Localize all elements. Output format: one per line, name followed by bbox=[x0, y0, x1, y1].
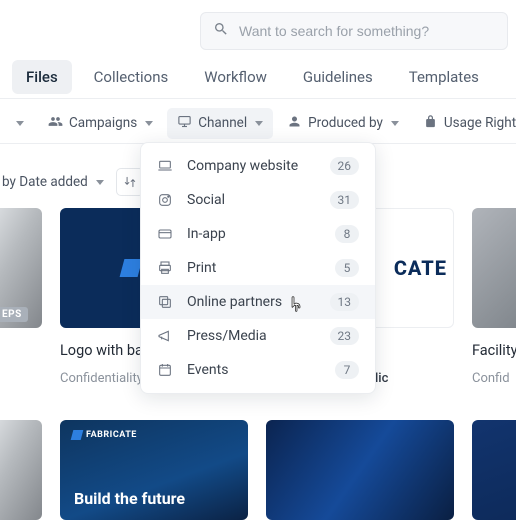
chevron-down-icon bbox=[391, 121, 399, 126]
asset-grid-row-2: FABRICATE Build the future bbox=[0, 420, 516, 520]
search-bar[interactable] bbox=[200, 12, 508, 50]
dropdown-item-online-partners[interactable]: Online partners 13 bbox=[141, 285, 375, 319]
asset-thumbnail: EPS bbox=[0, 208, 42, 328]
asset-card[interactable] bbox=[0, 420, 42, 520]
asset-card[interactable]: Facility Confid bbox=[472, 208, 516, 386]
filter-label: Channel bbox=[198, 115, 247, 131]
asset-thumbnail bbox=[266, 420, 454, 520]
channel-dropdown: Company website 26 Social 31 In-app 8 Pr… bbox=[140, 142, 376, 394]
user-icon bbox=[287, 114, 302, 133]
laptop-icon bbox=[157, 158, 173, 174]
monitor-icon bbox=[177, 114, 192, 133]
filter-bar: Campaigns Channel Produced by Usage Righ… bbox=[0, 104, 516, 142]
calendar-icon bbox=[157, 362, 173, 378]
format-badge: EPS bbox=[0, 307, 28, 322]
sort-icon bbox=[123, 175, 137, 189]
tab-workflow[interactable]: Workflow bbox=[190, 60, 281, 94]
filter-label: Campaigns bbox=[69, 115, 137, 131]
filter-label: Produced by bbox=[308, 115, 383, 131]
dropdown-item-press-media[interactable]: Press/Media 23 bbox=[141, 319, 375, 353]
dropdown-count: 31 bbox=[330, 191, 360, 209]
dropdown-count: 5 bbox=[335, 259, 359, 277]
search-icon bbox=[213, 21, 239, 41]
asset-thumbnail: FABRICATE Build the future bbox=[60, 420, 248, 520]
dropdown-label: Print bbox=[187, 260, 216, 276]
dropdown-item-company-website[interactable]: Company website 26 bbox=[141, 149, 375, 183]
sort-by-date[interactable]: by Date added bbox=[2, 174, 104, 190]
dropdown-label: Social bbox=[187, 192, 225, 208]
dropdown-item-print[interactable]: Print 5 bbox=[141, 251, 375, 285]
dropdown-count: 26 bbox=[330, 157, 360, 175]
dropdown-label: Events bbox=[187, 362, 228, 378]
dropdown-label: Press/Media bbox=[187, 328, 267, 344]
dropdown-item-social[interactable]: Social 31 bbox=[141, 183, 375, 217]
asset-card[interactable] bbox=[266, 420, 454, 520]
filter-unknown-left[interactable] bbox=[4, 115, 34, 132]
chevron-down-icon bbox=[96, 180, 104, 185]
sort-row: by Date added bbox=[0, 168, 144, 196]
dropdown-label: Company website bbox=[187, 158, 298, 174]
tab-guidelines[interactable]: Guidelines bbox=[289, 60, 387, 94]
lock-icon bbox=[423, 114, 438, 133]
tab-templates[interactable]: Templates bbox=[395, 60, 493, 94]
dropdown-label: In-app bbox=[187, 226, 226, 242]
asset-overlay-text: Build the future bbox=[74, 489, 185, 508]
main-tabs: Files Collections Workflow Guidelines Te… bbox=[12, 60, 493, 94]
tab-files[interactable]: Files bbox=[12, 60, 72, 94]
filter-channel[interactable]: Channel bbox=[167, 108, 273, 139]
tab-collections[interactable]: Collections bbox=[80, 60, 183, 94]
cursor-pointer-icon bbox=[288, 296, 306, 314]
search-input[interactable] bbox=[239, 23, 495, 39]
dropdown-count: 7 bbox=[335, 361, 359, 379]
dropdown-count: 13 bbox=[330, 293, 360, 311]
megaphone-icon bbox=[157, 328, 173, 344]
instagram-icon bbox=[157, 192, 173, 208]
dropdown-label: Online partners bbox=[187, 294, 282, 310]
filter-campaigns[interactable]: Campaigns bbox=[38, 108, 163, 139]
asset-title: Facility bbox=[472, 342, 516, 359]
brand-tag: FABRICATE bbox=[72, 430, 137, 440]
filter-usage-rights[interactable]: Usage Rights bbox=[413, 108, 516, 139]
dropdown-count: 8 bbox=[335, 225, 359, 243]
chevron-down-icon bbox=[145, 121, 153, 126]
asset-thumbnail bbox=[472, 208, 516, 328]
dropdown-count: 23 bbox=[330, 327, 360, 345]
filter-label: Usage Rights bbox=[444, 115, 516, 131]
asset-thumbnail bbox=[0, 420, 42, 520]
sort-label: by Date added bbox=[2, 174, 88, 190]
chevron-down-icon bbox=[255, 121, 263, 126]
copy-icon bbox=[157, 294, 173, 310]
chevron-down-icon bbox=[16, 121, 24, 126]
dropdown-item-in-app[interactable]: In-app 8 bbox=[141, 217, 375, 251]
asset-card[interactable]: EPS bbox=[0, 208, 42, 386]
brand-mark-icon bbox=[119, 259, 142, 277]
filter-produced-by[interactable]: Produced by bbox=[277, 108, 409, 139]
dropdown-item-events[interactable]: Events 7 bbox=[141, 353, 375, 387]
people-icon bbox=[48, 114, 63, 133]
asset-card[interactable]: FABRICATE Build the future bbox=[60, 420, 248, 520]
print-icon bbox=[157, 260, 173, 276]
divider bbox=[0, 98, 516, 99]
brand-text: CATE bbox=[394, 256, 447, 280]
asset-card[interactable] bbox=[472, 420, 516, 520]
asset-thumbnail bbox=[472, 420, 516, 520]
asset-confidentiality: Confid bbox=[472, 371, 516, 386]
card-icon bbox=[157, 226, 173, 242]
